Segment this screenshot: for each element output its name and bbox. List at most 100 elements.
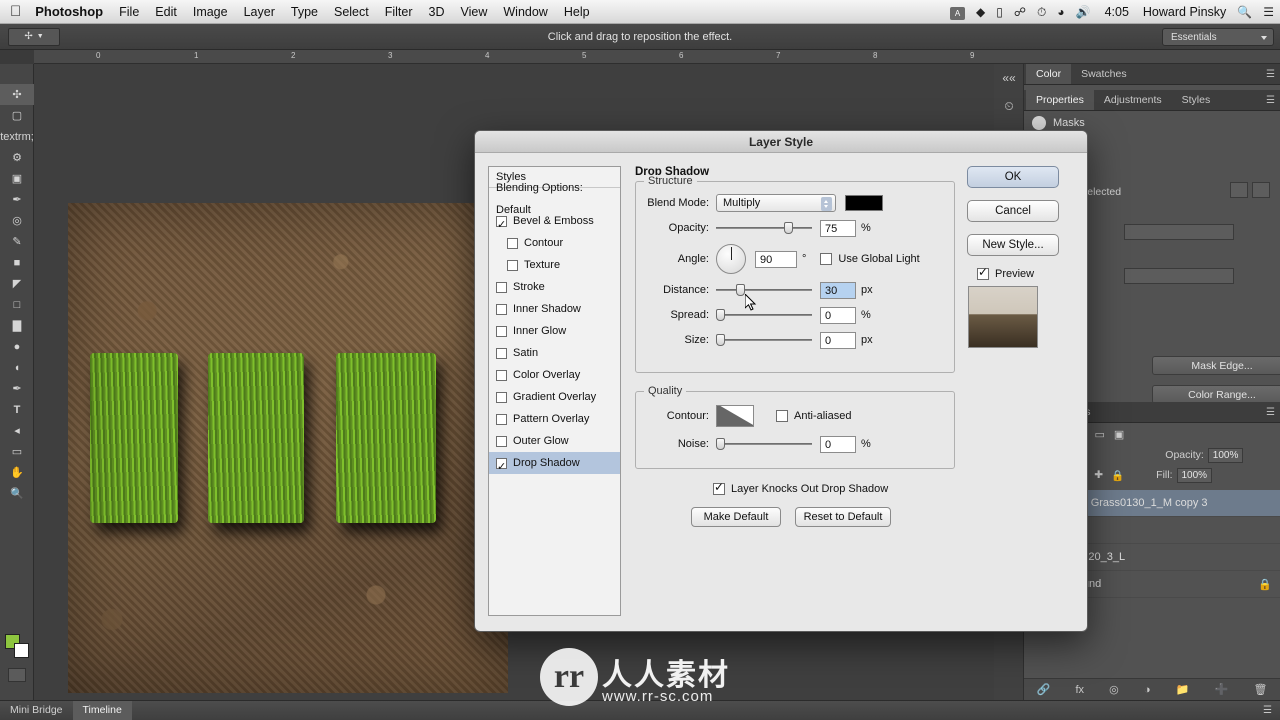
zoom-tool-icon[interactable]: 🔍 [0,483,34,504]
menu-item-select[interactable]: Select [334,5,369,19]
preview-row[interactable]: Preview [977,265,1077,280]
clone-stamp-tool-icon[interactable]: ■ [0,252,34,273]
style-drop-shadow[interactable]: Drop Shadow [489,452,620,478]
opacity-value[interactable]: 100% [1207,447,1244,463]
collapse-panels-icon[interactable]: «« [994,64,1024,92]
use-global-light-checkbox[interactable] [820,253,833,265]
style-contour[interactable]: Contour [489,232,620,254]
style-checkbox[interactable] [496,303,507,315]
volume-icon[interactable]: 🔊 [1076,5,1091,19]
style-satin[interactable]: Satin [489,342,620,364]
tab-color[interactable]: Color [1026,64,1072,84]
spot-healing-tool-icon[interactable]: ◎ [0,210,34,231]
style-checkbox[interactable] [496,214,507,236]
slider-knob[interactable] [716,438,725,450]
background-color-swatch[interactable] [14,643,29,658]
layer-style-dialog[interactable]: Layer Style Styles Blending Options: Def… [474,130,1088,632]
color-swatches[interactable] [5,634,29,658]
brush-tool-icon[interactable]: ✎ [0,231,34,252]
layer-knocks-out-row[interactable]: Layer Knocks Out Drop Shadow [713,480,955,495]
styles-list-panel[interactable]: Styles Blending Options: Default Bevel &… [488,166,621,616]
opacity-input[interactable]: 75 [820,219,856,237]
anti-aliased-row[interactable]: Anti-aliased [776,410,851,422]
menu-item-3d[interactable]: 3D [429,5,445,19]
feather-slider[interactable] [1124,268,1234,284]
lasso-tool-icon[interactable]: textrm; [0,126,34,147]
slider-knob[interactable] [716,334,725,346]
link-layers-icon[interactable]: 🔗 [1037,683,1051,696]
path-selection-tool-icon[interactable]: ◂ [0,420,34,441]
keyboard-badge-icon[interactable]: A [949,5,965,20]
style-checkbox[interactable] [496,456,507,478]
style-checkbox[interactable] [496,435,507,447]
display-icon[interactable]: ▯ [996,5,1003,19]
menu-item-filter[interactable]: Filter [385,5,413,19]
dropbox-icon[interactable]: ◆ [976,5,985,19]
slider-knob[interactable] [784,222,793,234]
history-panel-icon[interactable]: ⏲ [994,92,1024,120]
marquee-tool-icon[interactable]: ▢ [0,105,34,126]
menu-item-edit[interactable]: Edit [155,5,177,19]
style-stroke[interactable]: Stroke [489,276,620,298]
new-group-icon[interactable]: 📁 [1176,683,1190,696]
eyedropper-tool-icon[interactable]: ✒ [0,189,34,210]
style-checkbox[interactable] [507,259,518,271]
anti-aliased-checkbox[interactable] [776,410,788,422]
new-layer-icon[interactable]: ➕ [1215,683,1229,696]
density-slider[interactable] [1124,224,1234,240]
style-color-overlay[interactable]: Color Overlay [489,364,620,386]
slider-knob[interactable] [736,284,745,296]
tab-adjustments[interactable]: Adjustments [1093,90,1172,110]
delete-layer-icon[interactable]: 🗑 [1253,683,1267,696]
menu-item-help[interactable]: Help [564,5,590,19]
size-slider[interactable] [716,332,812,348]
tab-mini-bridge[interactable]: Mini Bridge [0,701,73,720]
dodge-tool-icon[interactable]: ◖ [0,357,34,378]
style-texture[interactable]: Texture [489,254,620,276]
noise-input[interactable]: 0 [820,435,856,453]
style-checkbox[interactable] [496,347,507,359]
lock-position-icon[interactable]: ✚ [1094,469,1103,481]
gradient-tool-icon[interactable]: ▇ [0,315,34,336]
new-style-button[interactable]: New Style... [967,234,1059,256]
vector-mask-icon[interactable] [1252,182,1270,198]
layer-knocks-out-checkbox[interactable] [713,480,725,495]
style-checkbox[interactable] [496,369,507,381]
angle-dial[interactable] [716,244,746,274]
make-default-button[interactable]: Make Default [691,507,781,527]
style-checkbox[interactable] [496,413,507,425]
contour-preset-picker[interactable] [716,405,754,427]
filter-smart-icon[interactable]: ▣ [1114,428,1124,441]
distance-slider[interactable] [716,282,812,298]
horizontal-ruler[interactable]: 0 1 2 3 4 5 6 7 8 9 [34,50,1280,64]
style-inner-shadow[interactable]: Inner Shadow [489,298,620,320]
menu-item-window[interactable]: Window [503,5,547,19]
pixel-mask-icon[interactable] [1230,182,1248,198]
style-checkbox[interactable] [496,325,507,337]
tab-properties[interactable]: Properties [1026,90,1094,110]
document-image[interactable] [68,203,508,693]
add-mask-icon[interactable]: ◎ [1109,683,1119,696]
menu-item-type[interactable]: Type [291,5,318,19]
style-pattern-overlay[interactable]: Pattern Overlay [489,408,620,430]
spread-slider[interactable] [716,307,812,323]
lock-all-icon[interactable]: 🔒 [1111,469,1124,482]
tab-timeline[interactable]: Timeline [72,701,132,720]
reset-to-default-button[interactable]: Reset to Default [795,507,891,527]
properties-panel-menu-icon[interactable]: ☰ [1266,95,1275,106]
slider-knob[interactable] [716,309,725,321]
type-tool-icon[interactable]: T [0,399,34,420]
menu-user-name[interactable]: Howard Pinsky [1143,5,1226,19]
eraser-tool-icon[interactable]: □ [0,294,34,315]
layer-name[interactable]: Grass0130_1_M copy 3 [1091,497,1208,509]
angle-input[interactable]: 90 [755,250,797,268]
app-name[interactable]: Photoshop [35,4,103,19]
noise-slider[interactable] [716,436,812,452]
preview-checkbox[interactable] [977,265,989,280]
blur-tool-icon[interactable]: ● [0,336,34,357]
menu-item-image[interactable]: Image [193,5,228,19]
opacity-slider[interactable] [716,220,812,236]
quick-mask-icon[interactable] [8,668,26,682]
crop-tool-icon[interactable]: ▣ [0,168,34,189]
filter-shape-icon[interactable]: ▭ [1095,428,1105,441]
